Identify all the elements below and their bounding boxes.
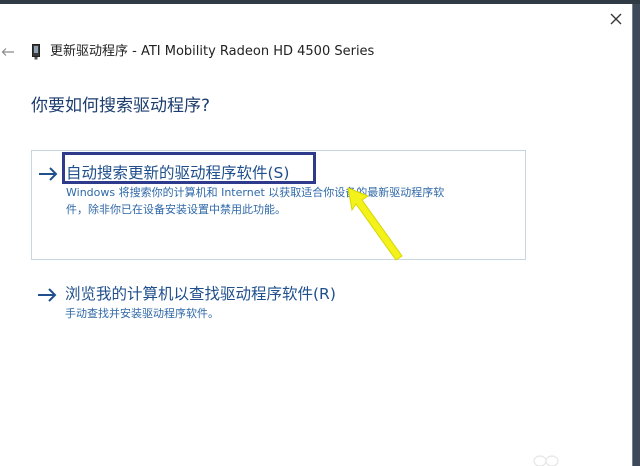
dialog-header-title: 更新驱动程序 - ATI Mobility Radeon HD 4500 Ser…	[50, 44, 375, 59]
option-browse-computer-desc: 手动查找并安装驱动程序软件。	[65, 307, 219, 320]
right-window-edge-highlight	[632, 4, 633, 466]
watermark-logo	[533, 455, 559, 466]
annotation-highlight-box	[62, 152, 316, 184]
top-window-edge	[0, 0, 640, 4]
close-button[interactable]	[604, 8, 628, 30]
back-arrow-icon	[1, 48, 14, 56]
option-auto-search-desc-line1: Windows 将搜索你的计算机和 Internet 以获取适合你设备的最新驱动…	[66, 186, 445, 199]
option-browse-computer[interactable]: 浏览我的计算机以查找驱动程序软件(R) 手动查找并安装驱动程序软件。	[31, 280, 526, 330]
right-arrow-icon	[39, 167, 58, 181]
close-icon	[610, 13, 622, 25]
option-browse-computer-title: 浏览我的计算机以查找驱动程序软件(R)	[65, 285, 336, 303]
right-window-edge	[633, 4, 640, 466]
option-auto-search-desc-line2: 件，除非你已在设备安装设置中禁用此功能。	[66, 203, 286, 216]
device-icon	[32, 44, 40, 60]
right-arrow-icon	[38, 288, 57, 302]
back-button[interactable]	[0, 42, 16, 62]
update-driver-dialog: 更新驱动程序 - ATI Mobility Radeon HD 4500 Ser…	[0, 0, 640, 466]
page-title: 你要如何搜索驱动程序?	[31, 96, 211, 116]
